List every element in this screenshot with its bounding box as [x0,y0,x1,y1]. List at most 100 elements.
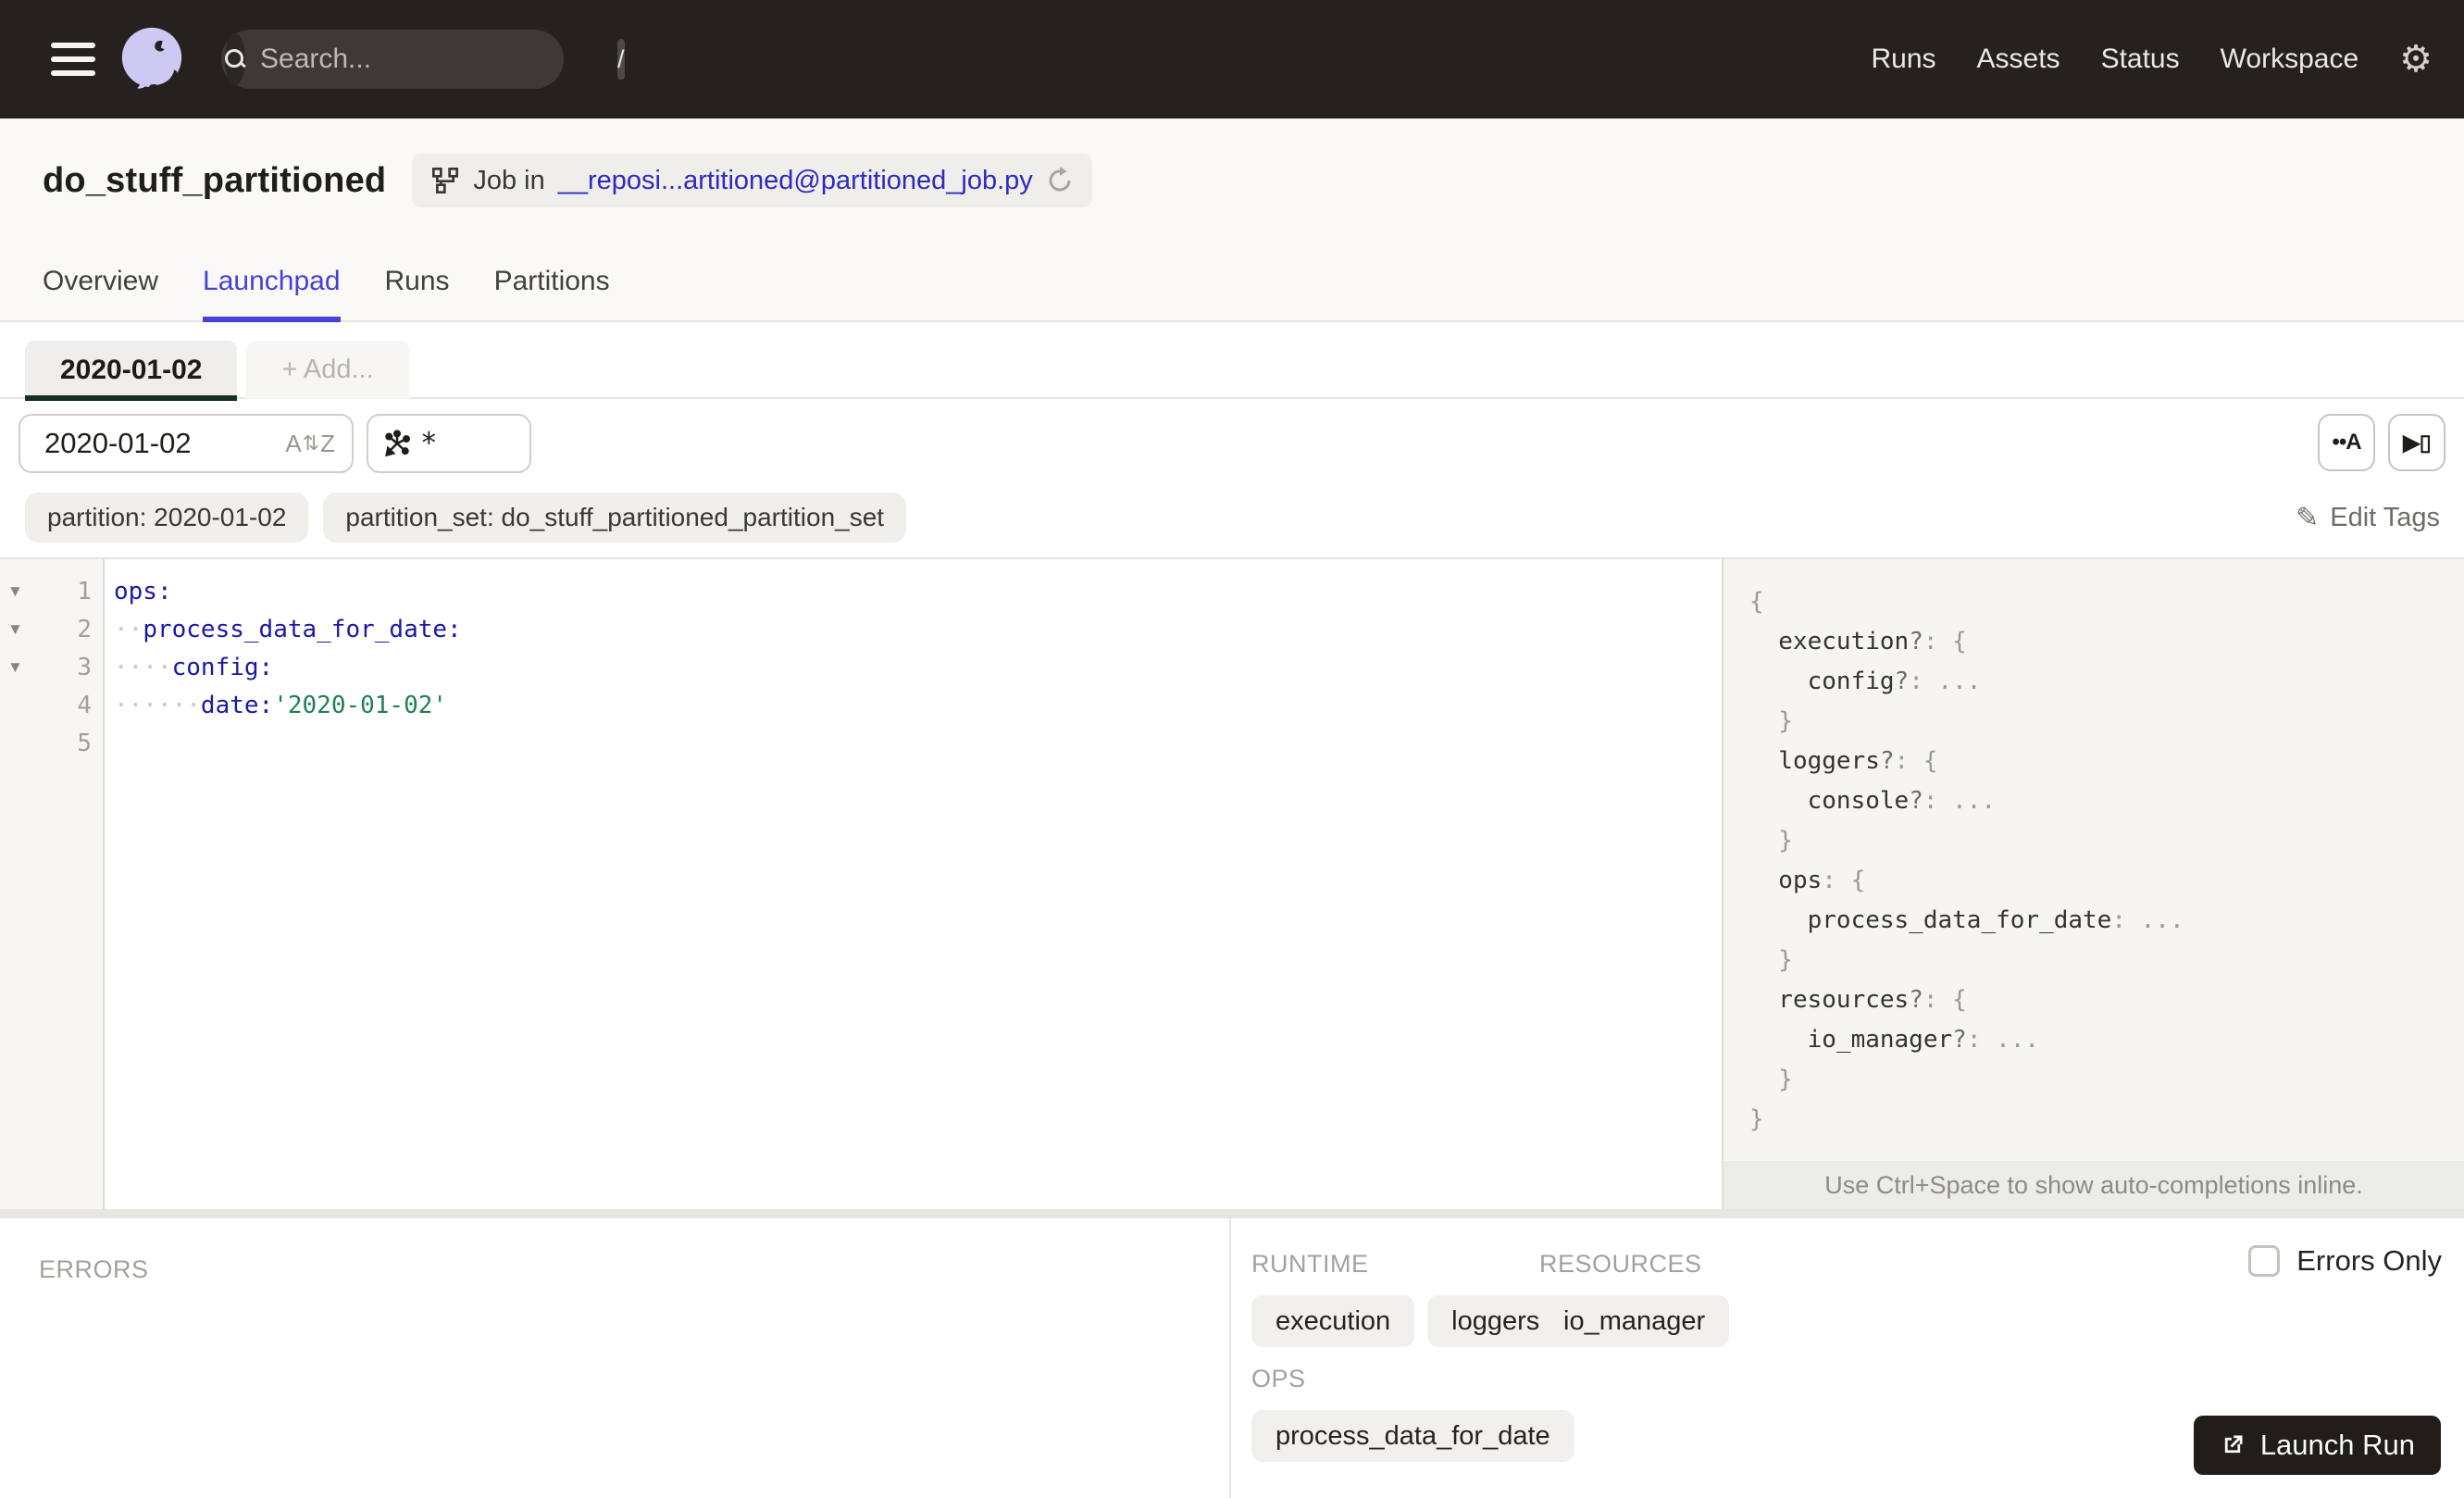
schema-punct: } [1778,945,1793,974]
sort-az-icon: A ⇅ Z [285,429,335,457]
ops-label: OPS [1251,1365,1306,1392]
schema-line: resources?: { [1749,980,2464,1019]
schema-punct: : ... [2111,905,2184,934]
scaffold-config-button[interactable]: ▶▯ [2388,414,2445,471]
tab-launchpad[interactable]: Launchpad [203,243,342,322]
partition-select-input[interactable] [44,427,286,460]
op-selector-field[interactable] [367,414,531,473]
edit-tags-label: Edit Tags [2330,502,2440,532]
reload-icon[interactable] [1046,167,1074,194]
header-section: do_stuff_partitioned Job in __reposi...a… [0,119,2464,243]
add-partition-tab[interactable]: + Add... [246,341,409,399]
schema-line: execution?: { [1749,621,2464,661]
schema-line: io_manager?: ... [1749,1019,2464,1059]
partition-tab[interactable]: 2020-01-02 [25,341,238,401]
gear-icon[interactable]: ⚙ [2399,41,2433,78]
nav-links: Runs Assets Status Workspace ⚙ [1871,41,2464,78]
gutter-row: ▼ 3 [0,648,103,686]
whitespace-dots: ·· [114,615,143,643]
schema-key: resources [1778,985,1910,1014]
nav-link-assets[interactable]: Assets [1977,44,2060,75]
config-summary-section: RUNTIME execution loggers RESOURCES io_ma… [1231,1218,2464,1498]
split-divider[interactable] [0,1209,2464,1218]
editor-toolbar: ••A ▶▯ [2318,414,2445,473]
runtime-chip[interactable]: execution [1251,1295,1415,1347]
schema-optional-mark: ? [1879,746,1895,775]
schema-key: execution [1778,627,1910,655]
line-number: 5 [77,729,92,757]
schema-line: loggers?: { [1749,741,2464,780]
runtime-chips: execution loggers [1251,1295,1564,1347]
top-nav: / Runs Assets Status Workspace ⚙ [0,0,2464,119]
code-line: ······ date: '2020-01-02' [114,686,1722,724]
fold-arrow-icon[interactable]: ▼ [0,620,35,639]
errors-only-toggle[interactable]: Errors Only [2248,1244,2442,1278]
schema-key: config [1807,667,1895,695]
schema-key: console [1807,786,1910,815]
repository-link[interactable]: __reposi...artitioned@partitioned_job.py [558,166,1033,196]
schema-line: process_data_for_date: ... [1749,900,2464,940]
fold-arrow-icon[interactable]: ▼ [0,582,35,601]
code-line: ···· config: [114,648,1722,686]
schema-punct: } [1749,1105,1764,1133]
tab-runs[interactable]: Runs [385,243,450,320]
autocomplete-hint: Use Ctrl+Space to show auto-completions … [1724,1161,2464,1209]
gutter-row: 4 [0,686,103,724]
schema-line: console?: ... [1749,780,2464,820]
schema-punct: : { [1923,985,1967,1014]
schema-key: ops [1778,866,1823,894]
nav-link-workspace[interactable]: Workspace [2221,44,2359,75]
gutter-row: ▼ 2 [0,610,103,648]
errors-only-checkbox[interactable] [2248,1245,2281,1277]
page-title: do_stuff_partitioned [43,160,387,200]
op-graph-icon [385,430,410,457]
tags-row: partition: 2020-01-02 partition_set: do_s… [25,491,2440,544]
line-number: 4 [77,691,92,719]
op-selector-input[interactable] [420,427,476,460]
schema-optional-mark: ? [1909,627,1923,655]
nav-link-status[interactable]: Status [2101,44,2180,75]
schema-line: } [1749,1059,2464,1099]
pencil-icon: ✎ [2296,502,2320,533]
nav-link-runs[interactable]: Runs [1871,44,1935,75]
launchpad-page: / Runs Assets Status Workspace ⚙ do_stuff_p… [0,0,2464,1498]
schema-line: { [1749,581,2464,621]
schema-line: config?: ... [1749,661,2464,701]
edit-tags-button[interactable]: ✎ Edit Tags [2296,502,2440,534]
launch-run-button[interactable]: Launch Run [2193,1416,2441,1475]
config-editor: ▼ 1 ▼ 2 ▼ 3 4 5 ops: ·· process_data_for_date: ···… [0,557,2464,1209]
gutter-row: ▼ 1 [0,572,103,610]
yaml-key: ops: [114,577,172,605]
editor-code-area[interactable]: ops: ·· process_data_for_date: ···· config: ·… [105,559,1722,1209]
tab-partitions[interactable]: Partitions [494,243,610,320]
schema-punct: : { [1894,746,1938,775]
resources-label: RESOURCES [1539,1250,1702,1278]
tab-overview[interactable]: Overview [43,243,158,320]
config-schema-panel: {execution?: {config?: ...} loggers?: {co… [1722,559,2464,1209]
errors-label: ERRORS [39,1255,149,1283]
job-tabs: Overview Launchpad Runs Partitions [0,243,2464,322]
global-search: / [221,30,625,89]
schema-punct: } [1778,826,1793,855]
partition-select[interactable]: A⇅Z [19,414,354,473]
ops-chip[interactable]: process_data_for_date [1251,1410,1574,1462]
resources-chips: io_manager [1539,1295,1730,1347]
ops-block: OPS process_data_for_date [1251,1365,1574,1462]
resources-block: RESOURCES io_manager [1539,1250,1730,1347]
dagster-logo-icon[interactable] [116,23,188,95]
schema-punct: } [1778,1065,1793,1093]
resources-chip[interactable]: io_manager [1539,1295,1730,1347]
search-input[interactable] [245,44,617,75]
tags-group: partition: 2020-01-02 partition_set: do_s… [25,493,907,543]
search-icon [225,33,245,85]
schema-line: ops: { [1749,860,2464,900]
schema-optional-mark: ? [1909,786,1923,815]
whitespace-toggle-button[interactable]: ••A [2318,414,2375,471]
runtime-label: RUNTIME [1251,1250,1369,1278]
runtime-block: RUNTIME execution loggers [1251,1250,1564,1347]
search-shortcut-badge: / [617,39,625,80]
hamburger-menu-icon[interactable] [51,43,95,76]
tag-chip: partition: 2020-01-02 [25,493,309,543]
fold-arrow-icon[interactable]: ▼ [0,658,35,677]
